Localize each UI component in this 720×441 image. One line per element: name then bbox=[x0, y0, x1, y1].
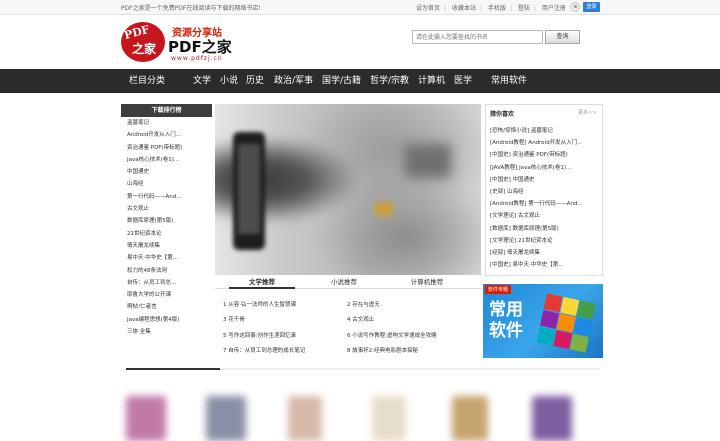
rank-item[interactable]: 三体·全集 bbox=[121, 326, 212, 338]
rank-item[interactable]: 资治通鉴 PDF(带标题) bbox=[121, 142, 212, 154]
guess-you-like-panel: 猜你喜欢 更多>> [恐怖/惊悚小说] 盗墓笔记 [Android教程] And… bbox=[485, 104, 603, 276]
list-item[interactable]: 3 花千骨 bbox=[223, 315, 245, 323]
site-tagline: PDF之家是一个免费PDF在线阅读与下载的网络书店! bbox=[121, 5, 261, 12]
user-avatar-icon[interactable] bbox=[570, 2, 580, 12]
rank-item[interactable]: 第一行代码——And... bbox=[121, 191, 212, 203]
guess-item[interactable]: [中国史] 资治通鉴 PDF(带标题) bbox=[490, 149, 600, 161]
download-rank-panel: 下载排行榜 盗墓笔记 Android开发从入门... 资治通鉴 PDF(带标题)… bbox=[121, 104, 212, 366]
guess-item[interactable]: [恐怖/惊悚小说] 盗墓笔记 bbox=[490, 125, 600, 137]
rank-item[interactable]: 中国通史 bbox=[121, 166, 212, 178]
book-cover-thumbnail[interactable] bbox=[126, 396, 166, 441]
guess-item[interactable]: [JAVA教程] Java核心技术(卷1)... bbox=[490, 162, 600, 174]
top-bar: PDF之家是一个免费PDF在线阅读与下载的网络书店! 设为首页 | 收藏本站 | 手… bbox=[0, 0, 720, 15]
tab-novel[interactable]: 小说推荐 bbox=[311, 276, 377, 289]
ad-text: 常用软件 bbox=[489, 300, 523, 341]
site-logo[interactable]: PDF 之家 资源分享站 PDF之家 www.pdfzj.cn bbox=[121, 22, 241, 64]
rank-item[interactable]: 自传：从员工到总... bbox=[121, 277, 212, 289]
rank-item[interactable]: 倚天屠龙续集 bbox=[121, 240, 212, 252]
rank-item[interactable]: 盗墓笔记 bbox=[121, 117, 212, 129]
top-links: 设为首页 | 收藏本站 | 手机版 | 登陆 | 用户注册 bbox=[416, 5, 566, 12]
list-item[interactable]: 1 从容·弘一法师的人生智慧课 bbox=[223, 300, 296, 308]
app-cube-icon bbox=[536, 293, 596, 355]
guess-item[interactable]: [文学理论] 古文观止 bbox=[490, 210, 600, 222]
list-item[interactable]: 5 写作这回事:创作生涯回忆录 bbox=[223, 331, 296, 339]
guess-item[interactable]: [经部] 倚天屠龙续集 bbox=[490, 247, 600, 259]
rank-item[interactable]: 耶鲁大学的公开课 bbox=[121, 289, 212, 301]
nav-item-literature[interactable]: 文学 bbox=[193, 69, 211, 93]
rank-item[interactable]: 山海经 bbox=[121, 178, 212, 190]
logo-url: www.pdfzj.cn bbox=[171, 55, 223, 62]
nav-item-novel[interactable]: 小说 bbox=[220, 69, 238, 93]
guess-item[interactable]: [中国史] 中国通史 bbox=[490, 174, 600, 186]
ad-tag: 软件专题 bbox=[485, 285, 512, 294]
recommend-tabs: 文学推荐 小说推荐 计算机推荐 bbox=[215, 276, 481, 289]
download-rank-title: 下载排行榜 bbox=[121, 104, 212, 117]
nav-item-philosophy[interactable]: 哲学/宗教 bbox=[370, 69, 409, 93]
rank-item[interactable]: 数据库原理(第5版) bbox=[121, 215, 212, 227]
guess-item[interactable]: [Android教程] Android开发从入门... bbox=[490, 137, 600, 149]
bookmark-link[interactable]: 收藏本站 bbox=[452, 5, 476, 12]
mobile-link[interactable]: 手机版 bbox=[488, 5, 506, 12]
search-button[interactable]: 查询 bbox=[545, 30, 580, 44]
tab-computer[interactable]: 计算机推荐 bbox=[391, 276, 463, 289]
guess-item[interactable]: [Android教程] 第一行代码——And... bbox=[490, 198, 600, 210]
logo-brand: PDF之家 bbox=[168, 38, 232, 56]
list-item[interactable]: 7 自传：从员工到总理的成长笔记 bbox=[223, 346, 305, 354]
nav-item-computer[interactable]: 计算机 bbox=[418, 69, 445, 93]
logo-badge: PDF 之家 bbox=[121, 22, 165, 62]
rank-item[interactable]: Java核心技术(卷1)... bbox=[121, 154, 212, 166]
rank-item[interactable]: Java编程思想(第4版) bbox=[121, 314, 212, 326]
guess-title: 猜你喜欢 bbox=[490, 111, 515, 118]
nav-item-history[interactable]: 历史 bbox=[246, 69, 264, 93]
guess-more-link[interactable]: 更多>> bbox=[578, 109, 596, 116]
software-ad-banner[interactable]: 软件专题 常用软件 bbox=[483, 284, 603, 358]
book-cover-thumbnail[interactable] bbox=[288, 396, 322, 441]
guess-item[interactable]: [文学理论] 21世纪资本论 bbox=[490, 235, 600, 247]
nav-item-classics[interactable]: 国学/古籍 bbox=[322, 69, 361, 93]
book-cover-thumbnail[interactable] bbox=[452, 396, 488, 441]
nav-item-medicine[interactable]: 医学 bbox=[454, 69, 472, 93]
rank-item[interactable]: 易中天·中华史【第... bbox=[121, 252, 212, 264]
section-divider bbox=[126, 368, 600, 370]
rank-item[interactable]: 啊帖!仁者言 bbox=[121, 301, 212, 313]
rank-item[interactable]: 21世纪资本论 bbox=[121, 228, 212, 240]
signin-link[interactable]: 登陆 bbox=[518, 5, 530, 12]
register-link[interactable]: 用户注册 bbox=[542, 5, 566, 12]
rank-item[interactable]: 权力的48条法则 bbox=[121, 265, 212, 277]
rank-item[interactable]: 古文观止 bbox=[121, 203, 212, 215]
book-cover-thumbnail[interactable] bbox=[532, 396, 572, 441]
tab-literature[interactable]: 文学推荐 bbox=[229, 276, 295, 289]
nav-item-software[interactable]: 常用软件 bbox=[491, 69, 527, 93]
list-item[interactable]: 6 小说写作教程:虚构文学速成全攻略 bbox=[347, 331, 437, 339]
featured-banner[interactable] bbox=[215, 104, 481, 275]
guess-item[interactable]: [中国史] 易中天·中华史【第... bbox=[490, 259, 600, 271]
banner-image bbox=[233, 132, 265, 250]
list-item[interactable]: 2 存在与虚无 bbox=[347, 300, 380, 308]
nav-item-politics[interactable]: 政治/军事 bbox=[274, 69, 313, 93]
guess-item[interactable]: [史部] 山海经 bbox=[490, 186, 600, 198]
set-homepage-link[interactable]: 设为首页 bbox=[416, 5, 440, 12]
login-button[interactable]: 登录 bbox=[583, 2, 600, 12]
list-item[interactable]: 8 故事杯2:经典电影剧本探秘 bbox=[347, 346, 418, 354]
main-nav: 栏目分类 文学 小说 历史 政治/军事 国学/古籍 哲学/宗教 计算机 医学 常… bbox=[0, 69, 720, 93]
list-item[interactable]: 4 古文观止 bbox=[347, 315, 374, 323]
book-cover-thumbnail[interactable] bbox=[372, 396, 406, 441]
book-cover-thumbnail[interactable] bbox=[206, 396, 246, 441]
search-input[interactable] bbox=[412, 30, 543, 44]
rank-item[interactable]: Android开发从入门... bbox=[121, 129, 212, 141]
recommend-list: 1 从容·弘一法师的人生智慧课 2 存在与虚无 3 花千骨 4 古文观止 5 写… bbox=[215, 296, 481, 356]
guess-item[interactable]: [数据库] 数据库原理(第5版) bbox=[490, 223, 600, 235]
